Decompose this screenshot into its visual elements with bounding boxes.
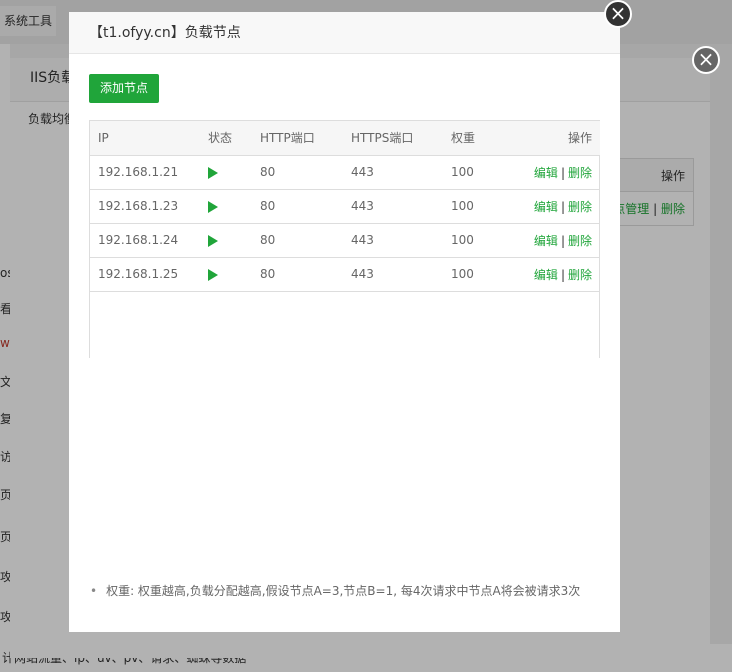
cell-http-port: 80 [260, 257, 351, 292]
edit-link[interactable]: 编辑 [534, 200, 558, 214]
cell-ip: 192.168.1.21 [90, 155, 208, 190]
cell-https-port: 443 [351, 155, 451, 190]
table-row: 192.168.1.21 80 443 100 编辑 | 删除 [90, 155, 600, 190]
status-cell [208, 223, 260, 258]
column-weight: 权重 [451, 121, 525, 156]
cell-http-port: 80 [260, 155, 351, 190]
table-header-row: IP 状态 HTTP端口 HTTPS端口 权重 操作 [90, 121, 600, 156]
cell-https-port: 443 [351, 223, 451, 258]
play-icon[interactable] [208, 200, 218, 213]
column-status: 状态 [208, 121, 260, 156]
status-cell [208, 257, 260, 292]
status-cell [208, 155, 260, 190]
edit-link[interactable]: 编辑 [534, 268, 558, 282]
cell-ip: 192.168.1.23 [90, 189, 208, 224]
column-http-port: HTTP端口 [260, 121, 351, 156]
play-icon[interactable] [208, 234, 218, 247]
play-icon[interactable] [208, 166, 218, 179]
separator: | [560, 165, 565, 180]
close-back-dialog-button[interactable]: × [692, 46, 720, 74]
separator: | [560, 199, 565, 214]
delete-link[interactable]: 删除 [568, 234, 592, 248]
edit-link[interactable]: 编辑 [534, 166, 558, 180]
cell-actions: 编辑 | 删除 [525, 223, 600, 258]
add-node-button[interactable]: 添加节点 [89, 74, 160, 103]
column-ip: IP [90, 121, 208, 156]
cell-ip: 192.168.1.25 [90, 257, 208, 292]
weight-tip: 权重: 权重越高,负载分配越高,假设节点A=3,节点B=1, 每4次请求中节点A… [89, 582, 580, 599]
column-https-port: HTTPS端口 [351, 121, 451, 156]
weight-tip-list: 权重: 权重越高,负载分配越高,假设节点A=3,节点B=1, 每4次请求中节点A… [89, 582, 580, 599]
separator: | [560, 233, 565, 248]
cell-actions: 编辑 | 删除 [525, 155, 600, 190]
delete-link[interactable]: 删除 [568, 166, 592, 180]
edit-link[interactable]: 编辑 [534, 234, 558, 248]
delete-link[interactable]: 删除 [568, 200, 592, 214]
cell-https-port: 443 [351, 189, 451, 224]
dialog-title: 【t1.ofyy.cn】负载节点 [69, 12, 620, 54]
cell-ip: 192.168.1.24 [90, 223, 208, 258]
cell-http-port: 80 [260, 223, 351, 258]
table-row: 192.168.1.24 80 443 100 编辑 | 删除 [90, 223, 600, 258]
node-table: IP 状态 HTTP端口 HTTPS端口 权重 操作 192.168.1.21 … [90, 121, 600, 292]
cell-actions: 编辑 | 删除 [525, 189, 600, 224]
status-cell [208, 189, 260, 224]
column-action: 操作 [525, 121, 600, 156]
close-icon: × [609, 1, 627, 25]
cell-weight: 100 [451, 189, 525, 224]
cell-weight: 100 [451, 257, 525, 292]
load-node-dialog: 【t1.ofyy.cn】负载节点 添加节点 IP 状态 HTTP端口 HTTPS… [69, 12, 620, 632]
play-icon[interactable] [208, 268, 218, 281]
node-table-container: IP 状态 HTTP端口 HTTPS端口 权重 操作 192.168.1.21 … [89, 120, 600, 358]
cell-http-port: 80 [260, 189, 351, 224]
delete-link[interactable]: 删除 [568, 268, 592, 282]
cell-weight: 100 [451, 155, 525, 190]
cell-actions: 编辑 | 删除 [525, 257, 600, 292]
table-row: 192.168.1.23 80 443 100 编辑 | 删除 [90, 189, 600, 224]
close-dialog-button[interactable]: × [604, 0, 632, 28]
cell-https-port: 443 [351, 257, 451, 292]
separator: | [560, 267, 565, 282]
close-icon: × [697, 47, 715, 71]
table-row: 192.168.1.25 80 443 100 编辑 | 删除 [90, 257, 600, 292]
cell-weight: 100 [451, 223, 525, 258]
